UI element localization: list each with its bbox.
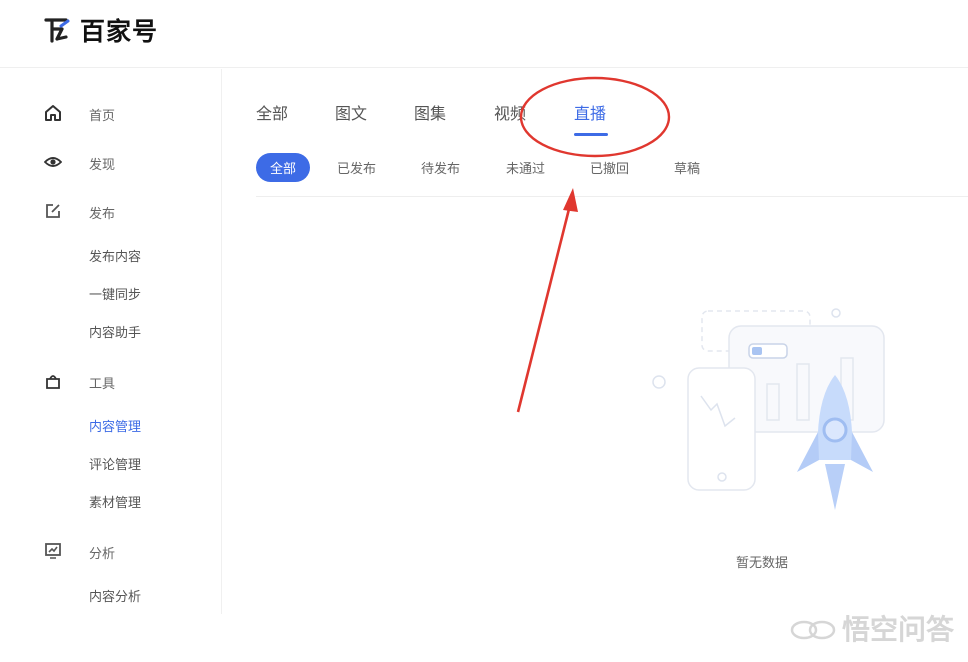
annotation-arrow-shaft [516,204,572,413]
home-icon [44,104,62,122]
watermark: 悟空问答 [790,608,954,648]
sidebar-item-publish[interactable]: 发布 [0,196,222,226]
sidebar-sub-content-assistant[interactable]: 内容助手 [89,322,141,341]
annotation-arrowhead [563,188,578,212]
tab-live[interactable]: 直播 [574,100,606,124]
tab-video[interactable]: 视频 [494,100,526,124]
sidebar-item-label: 工具 [89,377,116,392]
sidebar-item-label: 分析 [89,547,116,562]
filter-divider [256,196,968,197]
active-tab-indicator [574,133,608,136]
bag-icon [44,372,62,390]
sidebar-item-label: 发现 [89,158,116,173]
sidebar-item-label: 首页 [89,109,116,124]
speech-bubble-icon [790,616,836,640]
filter-pending[interactable]: 待发布 [421,153,460,182]
baijiahao-logo-icon [44,15,70,45]
tab-all[interactable]: 全部 [256,100,288,124]
empty-state-illustration [645,300,895,520]
edit-icon [44,202,62,220]
top-bar: 百家号 [0,0,968,68]
sidebar-sub-asset-management[interactable]: 素材管理 [89,492,141,511]
filter-all[interactable]: 全部 [256,153,311,182]
tab-article[interactable]: 图文 [335,100,367,124]
sidebar-sub-content-analytics[interactable]: 内容分析 [89,586,141,605]
sidebar: 首页 发现 发布 发布内容 一键同步 内容助手 工具 内容管理 评论管理 素材管… [0,69,222,614]
sidebar-sub-content-management[interactable]: 内容管理 [89,416,141,435]
brand-logo[interactable]: 百家号 [44,12,158,48]
filter-draft[interactable]: 草稿 [674,153,700,182]
sidebar-item-tools[interactable]: 工具 [0,366,222,396]
sidebar-item-analytics[interactable]: 分析 [0,536,222,566]
chart-icon [44,542,62,560]
filter-withdrawn[interactable]: 已撤回 [590,153,629,182]
sidebar-sub-publish-content[interactable]: 发布内容 [89,246,141,265]
eye-icon [43,153,63,171]
sidebar-sub-one-click-sync[interactable]: 一键同步 [89,284,141,303]
filter-published[interactable]: 已发布 [337,153,376,182]
filter-rejected[interactable]: 未通过 [506,153,545,182]
sidebar-item-label: 发布 [89,207,116,222]
sidebar-sub-comment-management[interactable]: 评论管理 [89,454,141,473]
empty-state-text: 暂无数据 [736,556,789,571]
watermark-text: 悟空问答 [841,613,954,646]
tab-gallery[interactable]: 图集 [414,100,446,124]
sidebar-item-home[interactable]: 首页 [0,98,222,128]
sidebar-item-discover[interactable]: 发现 [0,147,222,177]
brand-name: 百家号 [80,17,159,46]
